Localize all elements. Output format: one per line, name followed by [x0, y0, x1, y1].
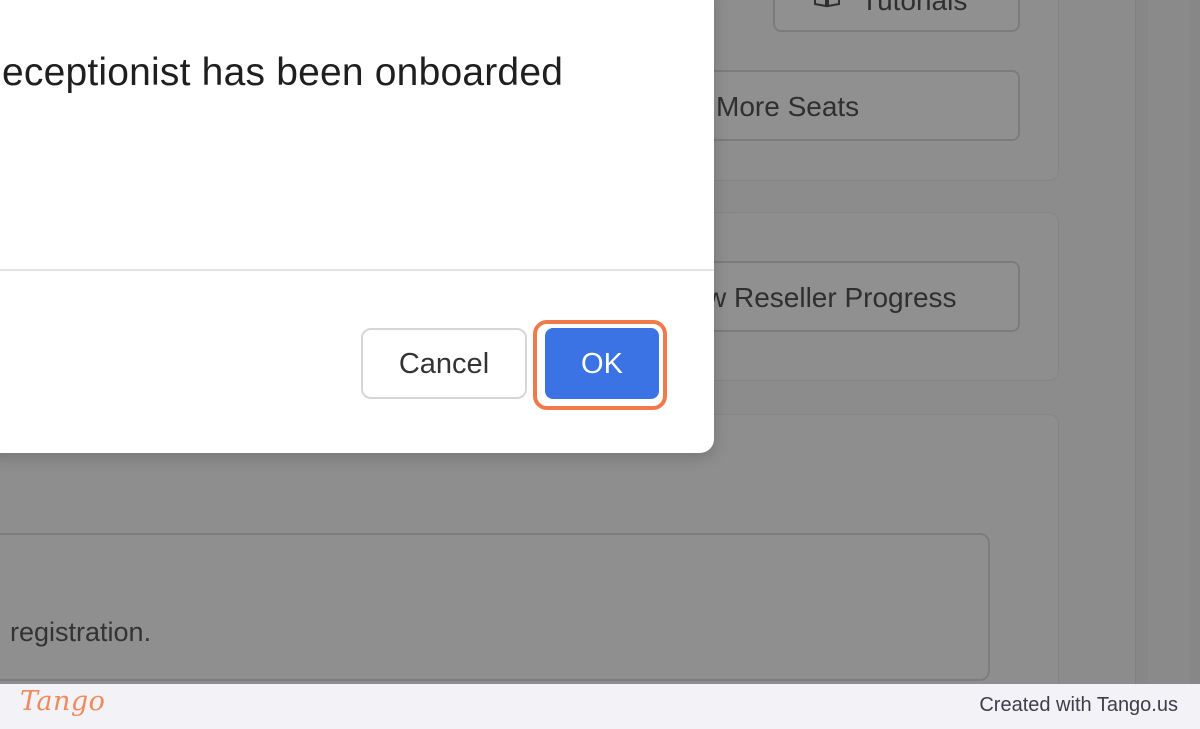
tutorials-button[interactable]: Tutorials: [773, 0, 1020, 32]
footer-credit: Created with Tango.us: [979, 694, 1178, 716]
dialog-title: eceptionist has been onboarded: [2, 51, 564, 94]
more-seats-label: More Seats: [716, 91, 860, 122]
ok-button[interactable]: OK: [545, 328, 659, 399]
cancel-button[interactable]: Cancel: [361, 328, 527, 399]
registration-panel: [0, 533, 990, 681]
tango-footer: Tango Created with Tango.us: [0, 684, 1200, 729]
screenshot-stage: Tutorials More Seats w Reseller Progress…: [0, 0, 1200, 729]
tango-logo[interactable]: Tango: [20, 686, 105, 717]
tutorials-label: Tutorials: [861, 0, 968, 16]
background-scroll-track: [1148, 0, 1190, 684]
confirm-dialog: eceptionist has been onboarded Cancel OK: [0, 0, 714, 453]
dialog-divider: [0, 269, 714, 271]
reseller-progress-label: w Reseller Progress: [706, 282, 957, 313]
book-icon: [814, 0, 840, 8]
registration-text: registration.: [10, 617, 152, 647]
